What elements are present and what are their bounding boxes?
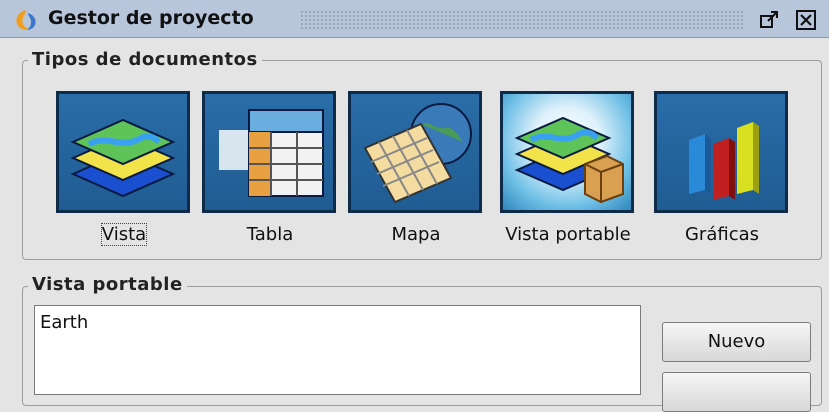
graficas-tile[interactable]	[654, 91, 788, 213]
new-button[interactable]: Nuevo	[662, 322, 811, 362]
bar-chart-icon	[689, 122, 759, 200]
doc-type-label: Mapa	[391, 224, 441, 245]
doc-type-mapa[interactable]: Mapa	[346, 88, 486, 248]
table-icon	[219, 109, 324, 197]
portable-view-list[interactable]: Earth	[34, 305, 641, 395]
close-icon[interactable]	[795, 9, 817, 31]
window-title: Gestor de proyecto	[48, 7, 254, 29]
list-item[interactable]: Earth	[40, 312, 88, 333]
map-globe-icon	[363, 103, 472, 204]
vista-tile[interactable]	[56, 91, 190, 213]
portable-view-legend: Vista portable	[28, 274, 187, 295]
tabla-tile[interactable]	[202, 91, 336, 213]
document-types-legend: Tipos de documentos	[28, 49, 262, 70]
layered-map-icon	[70, 118, 176, 198]
window-title-bar[interactable]: Gestor de proyecto	[0, 0, 829, 38]
gvsig-logo-icon	[16, 10, 36, 30]
doc-type-vista[interactable]: Vista	[54, 88, 194, 248]
secondary-button[interactable]	[662, 372, 811, 412]
doc-type-graficas[interactable]: Gráficas	[652, 88, 792, 248]
portable-view-icon	[514, 116, 624, 204]
title-bar-grip[interactable]	[300, 10, 745, 30]
vista-portable-tile[interactable]	[500, 91, 634, 213]
doc-type-label: Vista portable	[505, 224, 631, 245]
doc-type-label: Tabla	[246, 224, 294, 245]
doc-type-vista-portable[interactable]: Vista portable	[498, 88, 638, 248]
doc-type-tabla[interactable]: Tabla	[200, 88, 340, 248]
doc-type-label: Gráficas	[684, 224, 760, 245]
doc-type-label: Vista	[100, 223, 148, 246]
mapa-tile[interactable]	[348, 91, 482, 213]
maximize-icon[interactable]	[758, 9, 780, 31]
